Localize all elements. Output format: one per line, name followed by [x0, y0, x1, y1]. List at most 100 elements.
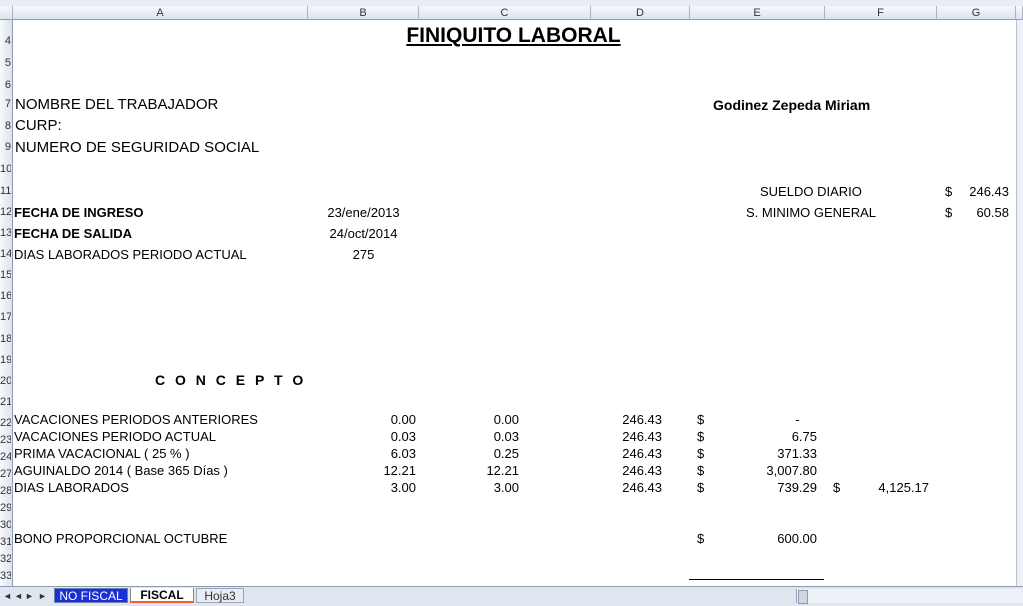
column-header-d[interactable]: D [591, 6, 690, 20]
sheet-tab-bar: ◄ ◄ ► ► NO FISCAL FISCAL Hoja3 [0, 586, 1023, 606]
row-header[interactable]: 23 [0, 434, 11, 446]
row-header[interactable]: 15 [0, 269, 11, 281]
tab-no-fiscal[interactable]: NO FISCAL [54, 588, 128, 603]
concept-d[interactable]: 246.43 [580, 429, 662, 444]
last-sheet-icon[interactable]: ► [37, 589, 48, 603]
bono-value[interactable]: 600.00 [720, 531, 817, 546]
dias-laborados-value[interactable]: 275 [308, 247, 419, 262]
concept-c[interactable]: 3.00 [430, 480, 519, 495]
bono-label: BONO PROPORCIONAL OCTUBRE [14, 531, 228, 546]
column-header-b[interactable]: B [308, 6, 419, 20]
salida-value[interactable]: 24/oct/2014 [308, 226, 419, 241]
column-header-g[interactable]: G [937, 6, 1016, 20]
row-header[interactable]: 11 [0, 185, 11, 197]
select-all-corner[interactable] [0, 6, 13, 20]
concept-label: AGUINALDO 2014 ( Base 365 Días ) [14, 463, 228, 478]
concept-currency: $ [697, 429, 705, 444]
concept-b[interactable]: 0.03 [330, 429, 416, 444]
subtotal-currency: $ [833, 480, 841, 495]
salida-label: FECHA DE SALIDA [14, 226, 132, 241]
column-header-c[interactable]: C [419, 6, 591, 20]
column-header-edge [1016, 6, 1023, 20]
concept-currency: $ [697, 412, 705, 427]
next-sheet-icon[interactable]: ► [24, 589, 35, 603]
page-title: FINIQUITO LABORAL [406, 24, 621, 47]
concept-d[interactable]: 246.43 [580, 446, 662, 461]
dias-laborados-label: DIAS LABORADOS PERIODO ACTUAL [14, 247, 247, 262]
concept-amount[interactable]: 6.75 [720, 429, 817, 444]
column-header-e[interactable]: E [690, 6, 825, 20]
concept-amount[interactable]: 3,007.80 [720, 463, 817, 478]
row-header[interactable]: 9 [0, 141, 11, 153]
column-header-a[interactable]: A [13, 6, 308, 20]
horizontal-scrollbar[interactable] [796, 589, 1023, 603]
row-header[interactable]: 24 [0, 451, 11, 463]
row-header[interactable]: 22 [0, 417, 11, 429]
tab-hoja3[interactable]: Hoja3 [196, 588, 244, 603]
ingreso-value[interactable]: 23/ene/2013 [308, 205, 419, 220]
row-header[interactable]: 31 [0, 536, 11, 548]
concept-c[interactable]: 12.21 [430, 463, 519, 478]
column-header-f[interactable]: F [825, 6, 937, 20]
concept-c[interactable]: 0.03 [430, 429, 519, 444]
concept-c[interactable]: 0.25 [430, 446, 519, 461]
concept-d[interactable]: 246.43 [580, 480, 662, 495]
concept-currency: $ [697, 480, 705, 495]
total-underline [689, 579, 824, 580]
row-header[interactable]: 7 [0, 98, 11, 110]
row-header[interactable]: 6 [0, 79, 11, 91]
concept-b[interactable]: 6.03 [330, 446, 416, 461]
min-salary-value[interactable]: 60.58 [950, 205, 1009, 220]
bono-currency: $ [697, 531, 705, 546]
prev-sheet-icon[interactable]: ◄ [13, 589, 24, 603]
concept-amount[interactable]: 371.33 [720, 446, 817, 461]
row-header[interactable]: 27 [0, 468, 11, 480]
row-header[interactable]: 5 [0, 57, 11, 69]
concept-d[interactable]: 246.43 [580, 412, 662, 427]
concept-label: PRIMA VACACIONAL ( 25 % ) [14, 446, 190, 461]
daily-salary-label: SUELDO DIARIO [760, 184, 862, 199]
vertical-scrollbar[interactable] [1016, 20, 1023, 586]
worker-name-label: NOMBRE DEL TRABAJADOR [15, 96, 219, 113]
row-header[interactable]: 14 [0, 248, 11, 260]
row-header[interactable]: 30 [0, 519, 11, 531]
concept-label: VACACIONES PERIODO ACTUAL [14, 429, 217, 444]
row-header[interactable]: 33 [0, 570, 11, 582]
concept-d[interactable]: 246.43 [580, 463, 662, 478]
row-header[interactable]: 29 [0, 502, 11, 514]
daily-salary-value[interactable]: 246.43 [950, 184, 1009, 199]
row-header[interactable]: 8 [0, 120, 11, 132]
first-sheet-icon[interactable]: ◄ [2, 589, 13, 603]
concept-amount[interactable]: - [760, 412, 835, 427]
row-header[interactable]: 12 [0, 206, 11, 218]
concepto-header: C O N C E P T O [155, 372, 307, 388]
row-header[interactable]: 18 [0, 333, 11, 345]
row-header[interactable]: 19 [0, 354, 11, 366]
subtotal-value[interactable]: 4,125.17 [850, 480, 929, 495]
concept-b[interactable]: 3.00 [330, 480, 416, 495]
concept-label: VACACIONES PERIODOS ANTERIORES [14, 412, 258, 427]
worker-name-value[interactable]: Godinez Zepeda Miriam [713, 97, 870, 113]
concept-currency: $ [697, 463, 705, 478]
concept-b[interactable]: 0.00 [330, 412, 416, 427]
tab-fiscal[interactable]: FISCAL [130, 588, 194, 603]
row-header[interactable]: 28 [0, 485, 11, 497]
curp-label: CURP: [15, 117, 62, 134]
concept-label: DIAS LABORADOS [14, 480, 129, 495]
row-header-column: 4 5 6 7 8 9 10 11 12 13 14 15 16 17 18 1… [0, 20, 13, 586]
concept-amount[interactable]: 739.29 [720, 480, 817, 495]
concept-b[interactable]: 12.21 [330, 463, 416, 478]
ingreso-label: FECHA DE INGRESO [14, 205, 144, 220]
row-header[interactable]: 16 [0, 290, 11, 302]
row-header[interactable]: 10 [0, 163, 11, 175]
concept-c[interactable]: 0.00 [430, 412, 519, 427]
nss-label: NUMERO DE SEGURIDAD SOCIAL [15, 139, 260, 156]
row-header[interactable]: 4 [0, 35, 11, 47]
row-header[interactable]: 21 [0, 396, 11, 408]
row-header[interactable]: 20 [0, 375, 11, 387]
concept-currency: $ [697, 446, 705, 461]
row-header[interactable]: 13 [0, 227, 11, 239]
row-header[interactable]: 17 [0, 311, 11, 323]
scrollbar-thumb[interactable] [798, 590, 808, 604]
row-header[interactable]: 32 [0, 553, 11, 565]
